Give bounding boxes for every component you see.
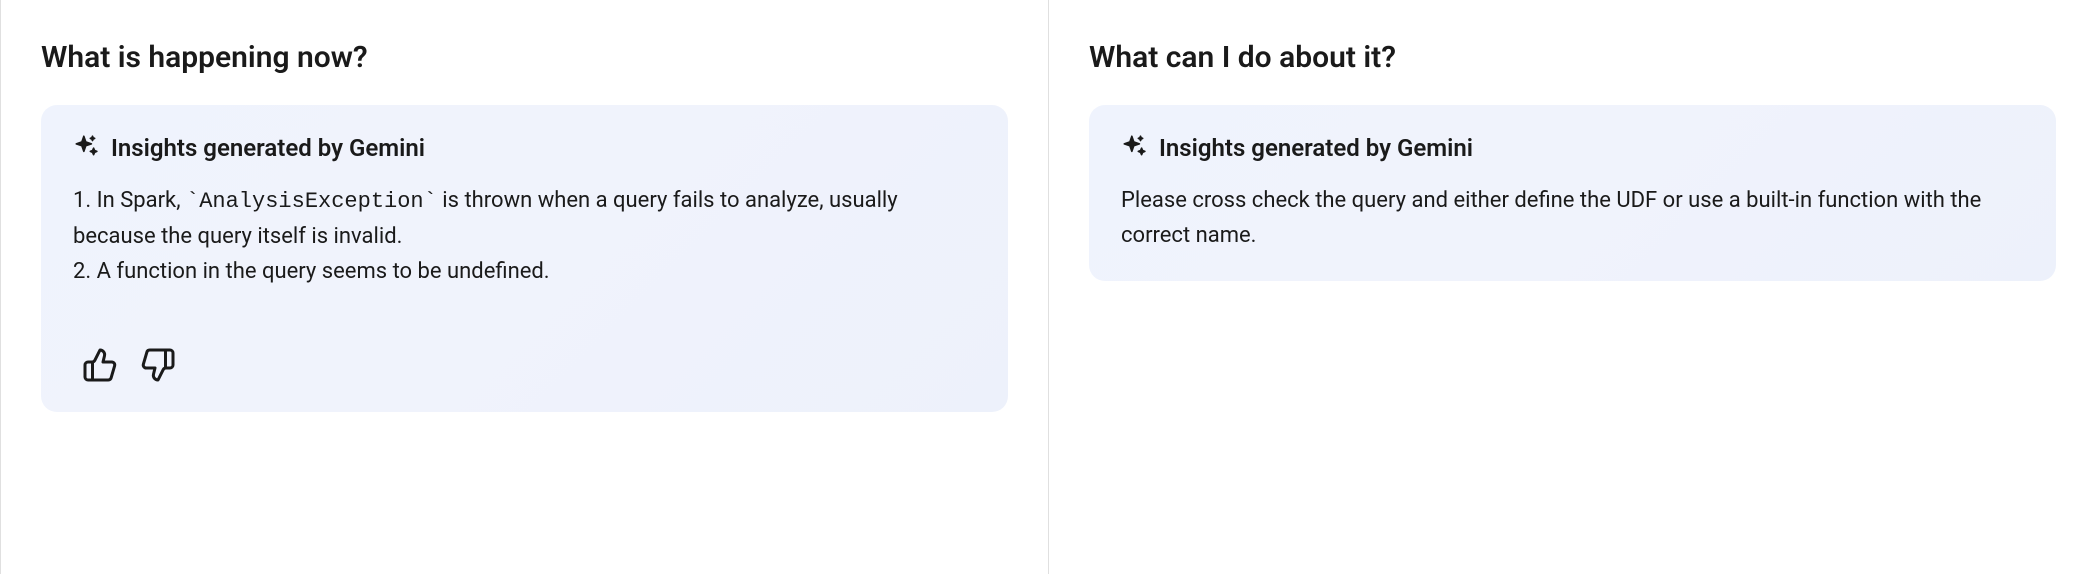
what-can-i-do-title: What can I do about it? <box>1089 40 2056 75</box>
thumbs-up-button[interactable] <box>81 346 119 384</box>
whats-happening-column: What is happening now? Insights generate… <box>0 0 1048 574</box>
insight-line-2: 2. A function in the query seems to be u… <box>73 254 976 289</box>
insight-card-happening: Insights generated by Gemini 1. In Spark… <box>41 105 1008 412</box>
card-title: Insights generated by Gemini <box>111 134 425 162</box>
card-header: Insights generated by Gemini <box>73 133 976 163</box>
thumbs-down-icon <box>140 347 176 383</box>
card-header: Insights generated by Gemini <box>1121 133 2024 163</box>
card-body: 1. In Spark, `AnalysisException` is thro… <box>73 183 976 290</box>
insight-line-1: 1. In Spark, `AnalysisException` is thro… <box>73 183 976 254</box>
thumbs-down-button[interactable] <box>139 346 177 384</box>
sparkle-icon <box>1121 133 1147 163</box>
card-body: Please cross check the query and either … <box>1121 183 2024 253</box>
insight-card-action: Insights generated by Gemini Please cros… <box>1089 105 2056 281</box>
sparkle-icon <box>73 133 99 163</box>
card-title: Insights generated by Gemini <box>1159 134 1473 162</box>
thumbs-up-icon <box>82 347 118 383</box>
what-can-i-do-column: What can I do about it? Insights generat… <box>1048 0 2096 574</box>
whats-happening-title: What is happening now? <box>41 40 1008 75</box>
feedback-row <box>73 346 976 384</box>
